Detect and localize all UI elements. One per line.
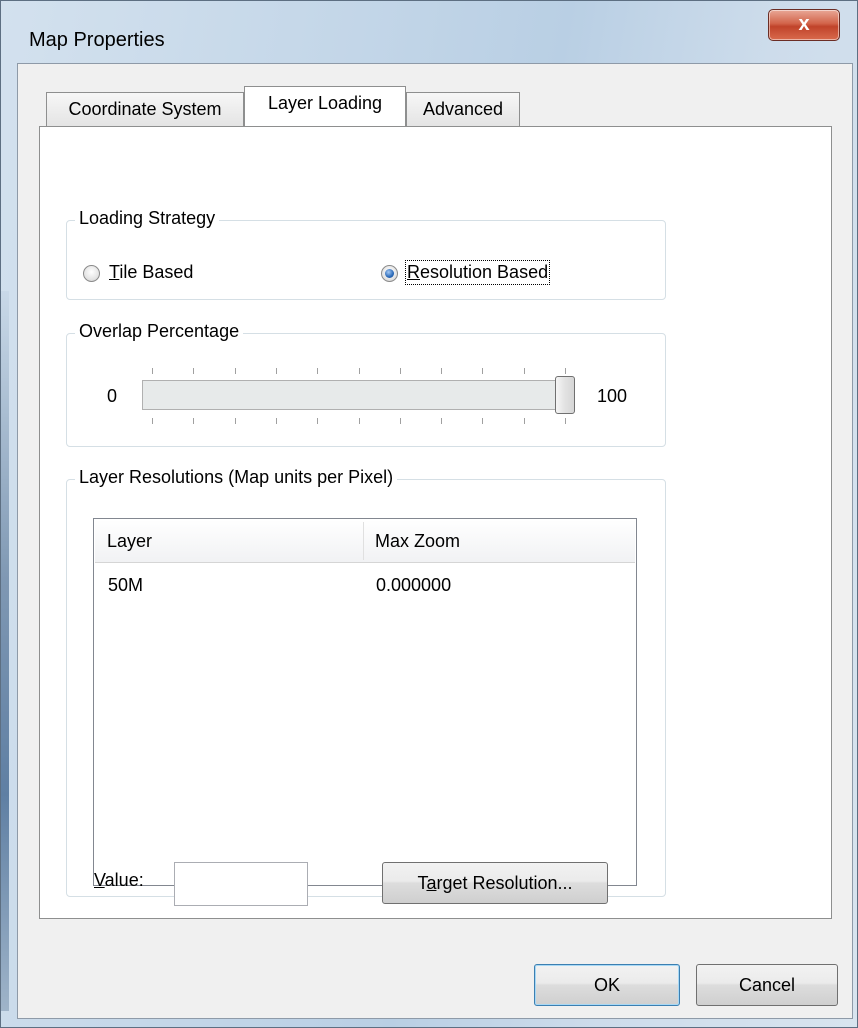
slider-tick <box>193 418 194 424</box>
slider-tick <box>524 368 525 374</box>
overlap-slider-track[interactable] <box>142 380 574 410</box>
tile-based-radio[interactable] <box>83 265 100 282</box>
slider-tick <box>276 418 277 424</box>
slider-tick <box>152 418 153 424</box>
window-title: Map Properties <box>29 29 165 51</box>
cancel-button[interactable]: Cancel <box>696 964 838 1006</box>
slider-tick <box>359 418 360 424</box>
close-button[interactable]: x <box>768 9 840 41</box>
slider-max-label: 100 <box>597 386 628 406</box>
slider-tick <box>359 368 360 374</box>
overlap-slider-thumb[interactable] <box>555 376 575 414</box>
tab-advanced[interactable]: Advanced <box>406 92 520 126</box>
layer-resolutions-list[interactable]: Layer Max Zoom 50M 0.000000 <box>93 518 637 886</box>
dialog-client: Coordinate System Layer Loading Advanced… <box>17 63 853 1019</box>
overlap-percentage-title: Overlap Percentage <box>75 321 244 342</box>
column-header-max-zoom[interactable]: Max Zoom <box>363 520 631 562</box>
close-icon: x <box>798 13 810 35</box>
tab-label: Layer Loading <box>267 93 383 113</box>
tile-based-label[interactable]: Tile Based <box>109 262 193 283</box>
target-resolution-button[interactable]: Target Resolution... <box>382 862 608 904</box>
slider-tick <box>524 418 525 424</box>
slider-tick <box>400 418 401 424</box>
slider-tick <box>482 418 483 424</box>
slider-tick <box>482 368 483 374</box>
list-header: Layer Max Zoom <box>95 520 635 563</box>
dialog-window: Map Properties x Coordinate System Layer… <box>0 0 858 1028</box>
loading-strategy-title: Loading Strategy <box>75 208 220 229</box>
ok-button[interactable]: OK <box>534 964 680 1006</box>
loading-strategy-group: Loading Strategy Tile Based Resolution B… <box>66 208 666 300</box>
resolution-based-label[interactable]: Resolution Based <box>404 260 551 285</box>
slider-tick <box>565 368 566 374</box>
slider-min-label: 0 <box>107 386 118 406</box>
max-zoom-cell: 0.000000 <box>376 575 452 595</box>
slider-tick <box>441 418 442 424</box>
slider-tick <box>235 368 236 374</box>
slider-tick <box>317 368 318 374</box>
slider-tick <box>152 368 153 374</box>
layer-cell: 50M <box>108 575 144 595</box>
slider-tick <box>317 418 318 424</box>
layer-resolutions-group: Layer Resolutions (Map units per Pixel) … <box>66 467 666 897</box>
slider-tick <box>193 368 194 374</box>
slider-tick <box>276 368 277 374</box>
value-label: Value: <box>94 870 144 890</box>
column-header-layer[interactable]: Layer <box>95 520 363 562</box>
slider-tick <box>400 368 401 374</box>
layer-resolutions-title: Layer Resolutions (Map units per Pixel) <box>75 467 398 488</box>
slider-tick <box>565 418 566 424</box>
window-edge <box>1 291 9 1011</box>
value-input[interactable] <box>174 862 308 906</box>
overlap-percentage-group: Overlap Percentage 0 100 <box>66 321 666 447</box>
tab-label: Advanced <box>422 99 504 119</box>
resolution-based-radio[interactable] <box>381 265 398 282</box>
slider-tick <box>235 418 236 424</box>
tab-panel-layer-loading: Loading Strategy Tile Based Resolution B… <box>39 126 832 919</box>
tab-label: Coordinate System <box>68 99 222 119</box>
tab-layer-loading[interactable]: Layer Loading <box>244 86 406 126</box>
tab-coordinate-system[interactable]: Coordinate System <box>46 92 244 126</box>
slider-tick <box>441 368 442 374</box>
